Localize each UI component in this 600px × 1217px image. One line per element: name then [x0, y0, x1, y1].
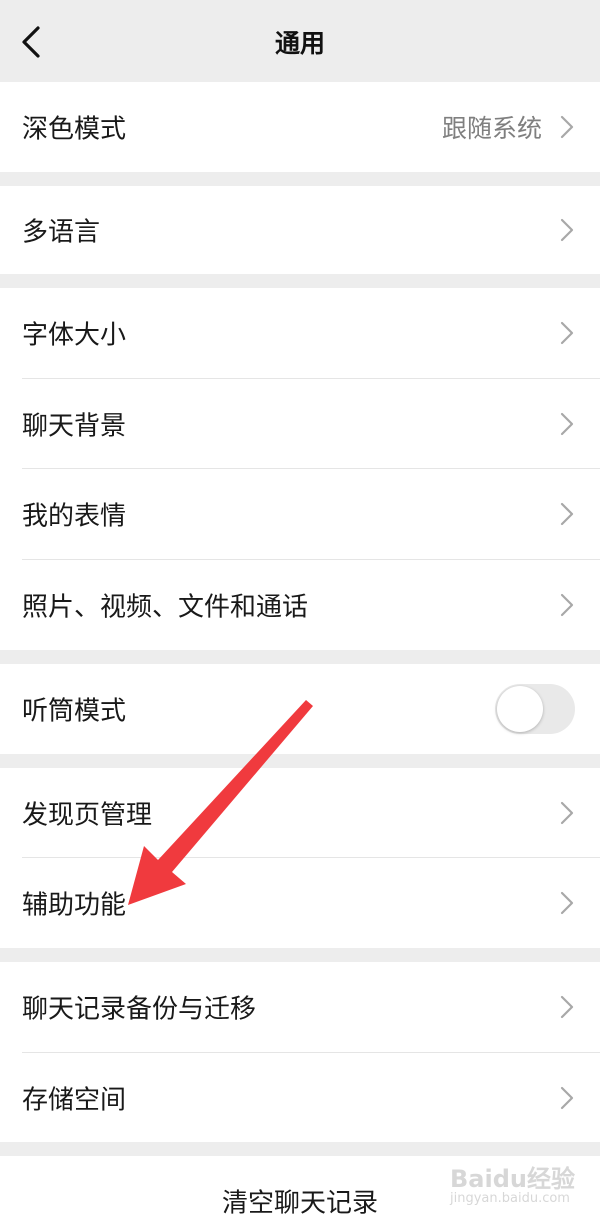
chevron-right-icon: [560, 218, 574, 242]
storage-label: 存储空间: [22, 1085, 127, 1115]
group-earpiece-mode: 听筒模式: [0, 664, 600, 754]
clear-chat-history-button[interactable]: 清空聊天记录: [0, 1156, 600, 1217]
chevron-right-icon: [560, 412, 574, 436]
page-title: 通用: [274, 29, 325, 58]
chevron-right-icon: [560, 115, 574, 139]
chat-history-backup-label: 聊天记录备份与迁移: [22, 994, 257, 1025]
my-stickers-cell[interactable]: 我的表情: [0, 469, 600, 559]
chevron-right-icon: [560, 502, 574, 526]
photos-videos-files-calls-cell[interactable]: 照片、视频、文件和通话: [0, 560, 600, 650]
navigation-bar: 通用: [0, 0, 600, 80]
chevron-right-icon: [560, 1086, 574, 1110]
group-chat-history-storage: 聊天记录备份与迁移 存储空间: [0, 962, 600, 1142]
font-size-label: 字体大小: [22, 320, 127, 351]
earpiece-mode-toggle[interactable]: [495, 684, 575, 734]
discover-page-management-label: 发现页管理: [22, 800, 153, 830]
chat-background-cell[interactable]: 聊天背景: [0, 379, 600, 468]
chevron-right-icon: [560, 891, 574, 915]
discover-page-management-cell[interactable]: 发现页管理: [0, 768, 600, 857]
chat-history-backup-cell[interactable]: 聊天记录备份与迁移: [0, 962, 600, 1052]
storage-cell[interactable]: 存储空间: [0, 1053, 600, 1142]
chevron-right-icon: [560, 995, 574, 1019]
earpiece-mode-cell: 听筒模式: [0, 664, 600, 754]
toggle-knob: [497, 686, 543, 732]
group-clear-chat-history: 清空聊天记录: [0, 1156, 600, 1217]
clear-chat-history-label: 清空聊天记录: [221, 1188, 378, 1217]
multi-language-cell[interactable]: 多语言: [0, 186, 600, 274]
dark-mode-label: 深色模式: [22, 114, 127, 145]
group-discover-accessibility: 发现页管理 辅助功能: [0, 768, 600, 948]
chevron-right-icon: [560, 321, 574, 345]
accessibility-label: 辅助功能: [22, 890, 127, 921]
chevron-right-icon: [560, 801, 574, 825]
dark-mode-value: 跟随系统: [441, 114, 542, 143]
group-dark-mode: 深色模式 跟随系统: [0, 82, 600, 172]
chat-background-label: 聊天背景: [22, 411, 127, 441]
settings-general-screen: 通用 深色模式 跟随系统 多语言 字体大小 聊天背景 我的表情 照片、视频、文件…: [0, 0, 600, 1217]
group-multi-language: 多语言: [0, 186, 600, 274]
earpiece-mode-label: 听筒模式: [22, 696, 127, 727]
font-size-cell[interactable]: 字体大小: [0, 288, 600, 378]
chevron-right-icon: [560, 593, 574, 617]
multi-language-label: 多语言: [22, 217, 101, 248]
group-display-and-media: 字体大小 聊天背景 我的表情 照片、视频、文件和通话: [0, 288, 600, 650]
accessibility-cell[interactable]: 辅助功能: [0, 858, 600, 948]
my-stickers-label: 我的表情: [22, 501, 127, 532]
dark-mode-cell[interactable]: 深色模式 跟随系统: [0, 82, 600, 172]
photos-videos-files-calls-label: 照片、视频、文件和通话: [22, 592, 309, 623]
